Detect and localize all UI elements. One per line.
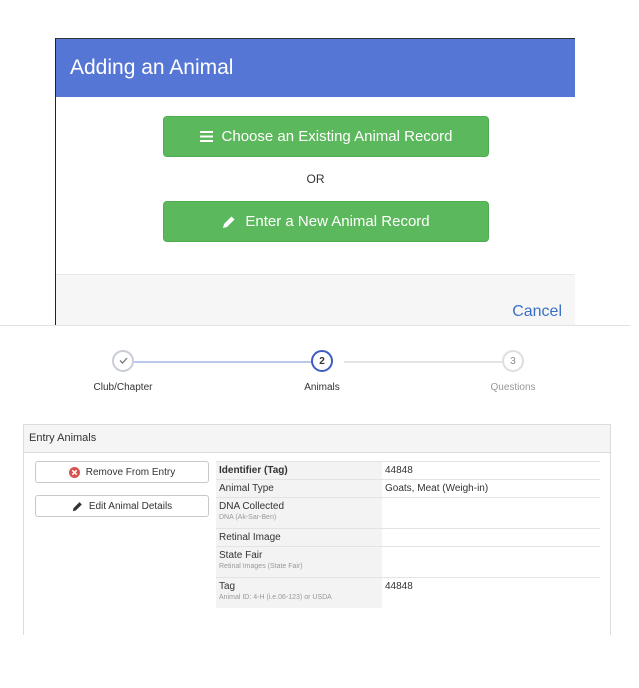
- row-value: 44848: [382, 577, 600, 608]
- pencil-icon: [222, 215, 236, 229]
- or-separator: OR: [306, 172, 325, 186]
- row-value: Goats, Meat (Weigh-in): [382, 479, 600, 498]
- modal-header: Adding an Animal: [56, 38, 575, 97]
- row-sublabel: Retinal Images (State Fair): [219, 563, 303, 570]
- pencil-icon: [72, 501, 83, 512]
- enter-new-animal-button[interactable]: Enter a New Animal Record: [163, 201, 489, 242]
- list-icon: [199, 131, 213, 142]
- entry-animals-panel: Entry Animals Remove From Entry Edit Ani…: [23, 424, 611, 635]
- remove-from-entry-button[interactable]: Remove From Entry: [35, 461, 209, 483]
- enter-new-label: Enter a New Animal Record: [245, 213, 430, 230]
- add-animal-modal: Adding an Animal Choose an Existing Anim…: [55, 38, 575, 325]
- choose-existing-animal-button[interactable]: Choose an Existing Animal Record: [163, 116, 489, 157]
- step-2-label: Animals: [304, 382, 340, 393]
- row-label: Animal Type: [219, 483, 274, 494]
- row-label: Tag: [219, 581, 236, 592]
- edit-animal-details-button[interactable]: Edit Animal Details: [35, 495, 209, 517]
- choose-existing-label: Choose an Existing Animal Record: [221, 128, 453, 145]
- step-connector-1: [134, 361, 322, 363]
- panel-heading: Entry Animals: [24, 425, 610, 453]
- step-connector-2: [344, 361, 502, 363]
- animal-details-table: Identifier (Tag) 44848 Animal Type Goats…: [216, 461, 600, 608]
- row-value: 44848: [382, 461, 600, 480]
- table-row: DNA Collected DNA (Ak-Sar-Ben): [216, 497, 600, 529]
- step-3-label: Questions: [490, 382, 536, 393]
- row-label: State Fair: [219, 550, 263, 561]
- row-label: Identifier (Tag): [219, 465, 288, 476]
- divider: [0, 325, 630, 326]
- step-3-number: 3: [510, 355, 516, 367]
- table-row: Retinal Image: [216, 528, 600, 547]
- table-row: Identifier (Tag) 44848: [216, 461, 600, 480]
- row-sublabel: Animal ID: 4-H (i.e.06-123) or USDA: [219, 594, 332, 601]
- panel-title: Entry Animals: [29, 432, 97, 444]
- modal-title: Adding an Animal: [70, 56, 234, 79]
- progress-stepper: Club/Chapter 2 Animals 3 Questions: [0, 340, 639, 400]
- remove-label: Remove From Entry: [85, 466, 176, 478]
- table-row: Tag Animal ID: 4-H (i.e.06-123) or USDA …: [216, 577, 600, 608]
- step-1-label: Club/Chapter: [93, 382, 153, 393]
- table-row: State Fair Retinal Images (State Fair): [216, 546, 600, 578]
- modal-footer: Cancel: [56, 274, 575, 325]
- check-icon: [119, 356, 128, 367]
- remove-circle-icon: [68, 466, 80, 478]
- step-2-circle[interactable]: 2: [311, 350, 333, 372]
- edit-label: Edit Animal Details: [88, 500, 173, 512]
- row-value: [382, 528, 600, 547]
- row-label: DNA Collected: [219, 501, 285, 512]
- row-label: Retinal Image: [219, 532, 281, 543]
- step-1-circle[interactable]: [112, 350, 134, 372]
- cancel-link[interactable]: Cancel: [512, 303, 562, 321]
- row-sublabel: DNA (Ak-Sar-Ben): [219, 514, 277, 521]
- table-row: Animal Type Goats, Meat (Weigh-in): [216, 479, 600, 498]
- step-2-number: 2: [319, 355, 325, 367]
- row-value: [382, 497, 600, 529]
- row-value: [382, 546, 600, 578]
- step-3-circle[interactable]: 3: [502, 350, 524, 372]
